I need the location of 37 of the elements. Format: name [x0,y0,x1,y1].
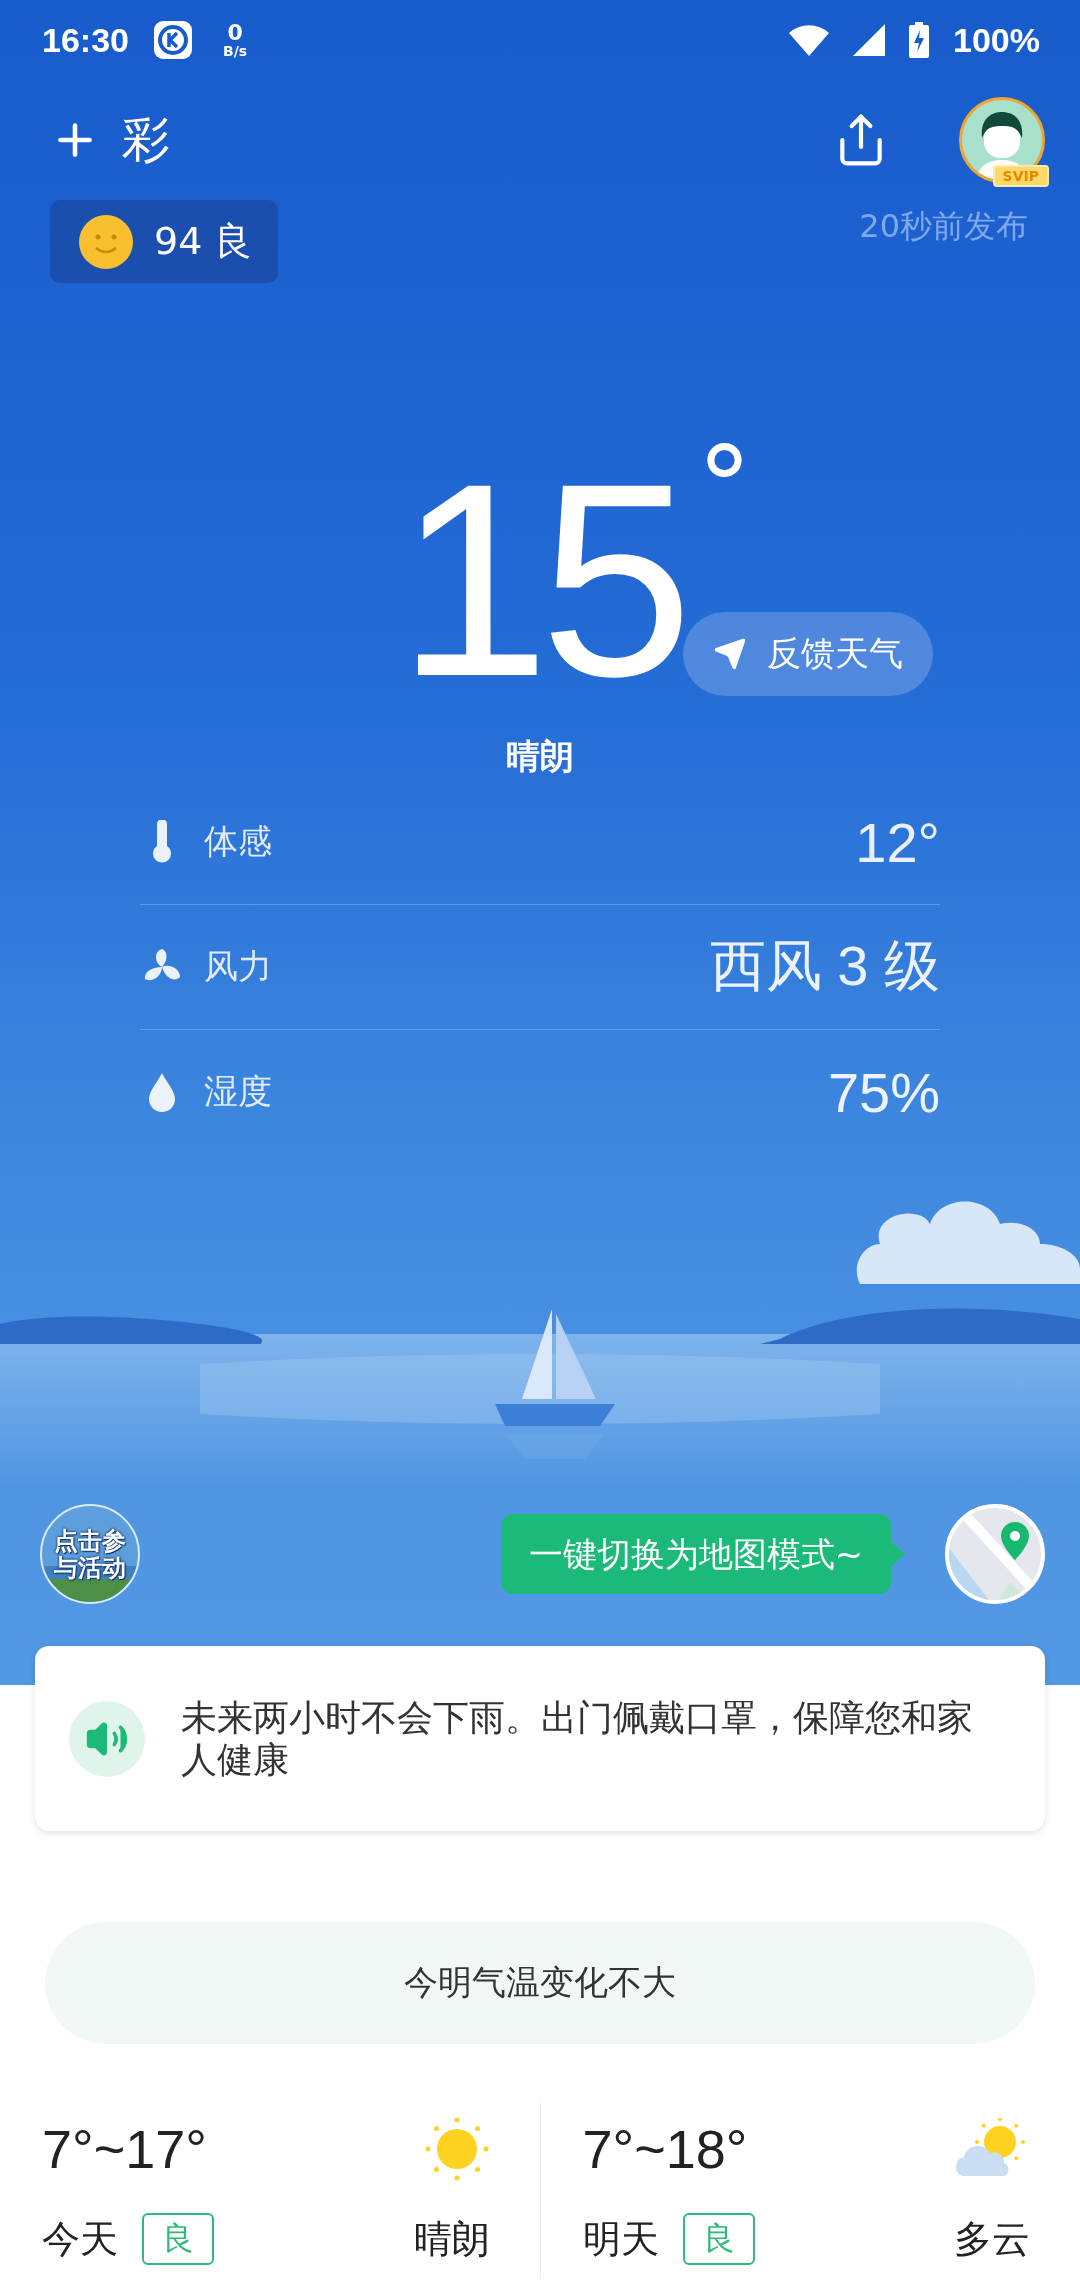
droplet-icon [147,1071,177,1113]
feedback-button[interactable]: 反馈天气 [682,612,933,696]
smiley-icon [78,213,134,270]
air-quality-tag: 良 [142,2213,214,2265]
day-name: 明天 [582,2215,659,2263]
net-speed-unit: B/s [222,44,248,58]
rain-notice: 未来两小时不会下雨。出门佩戴口罩，保障您和家人健康 [181,1696,974,1781]
detail-label: 湿度 [204,1070,272,1113]
forecast-condition: 多云 [954,2215,1030,2263]
summary-text: 今明气温变化不大 [404,1961,676,2004]
activity-button[interactable]: 点击参 与活动 [40,1504,140,1604]
svip-badge: SVIP [992,165,1049,187]
detail-value: 西风 3 级 [709,933,940,999]
app-notification-icon [152,20,193,60]
current-condition: 晴朗 [505,735,575,778]
publish-time: 20秒前发布 [859,206,1028,247]
temperature-range: 7°~18° [582,2118,749,2180]
wifi-icon [789,24,830,56]
day-name: 今天 [42,2215,118,2263]
battery-charging-icon [909,22,930,58]
air-quality-chip[interactable]: 94 良 [50,200,278,283]
detail-value: 12° [855,809,940,875]
city-name: 彩 [122,110,170,169]
temperature-range: 7°~17° [42,2118,208,2180]
current-temperature: 15 [397,430,683,730]
signal-icon [853,24,886,56]
net-speed-value: 0 [227,22,243,44]
degree-sign: ° [696,432,752,542]
forecast-condition: 晴朗 [413,2215,490,2263]
sun-icon [423,2116,490,2182]
detail-value: 75% [827,1059,940,1125]
air-quality-tag: 良 [682,2213,755,2265]
detail-label: 体感 [204,820,272,863]
status-time: 16:30 [42,20,129,60]
detail-label: 风力 [204,945,272,988]
paper-plane-icon [712,637,747,671]
battery-percent: 100% [953,20,1040,60]
